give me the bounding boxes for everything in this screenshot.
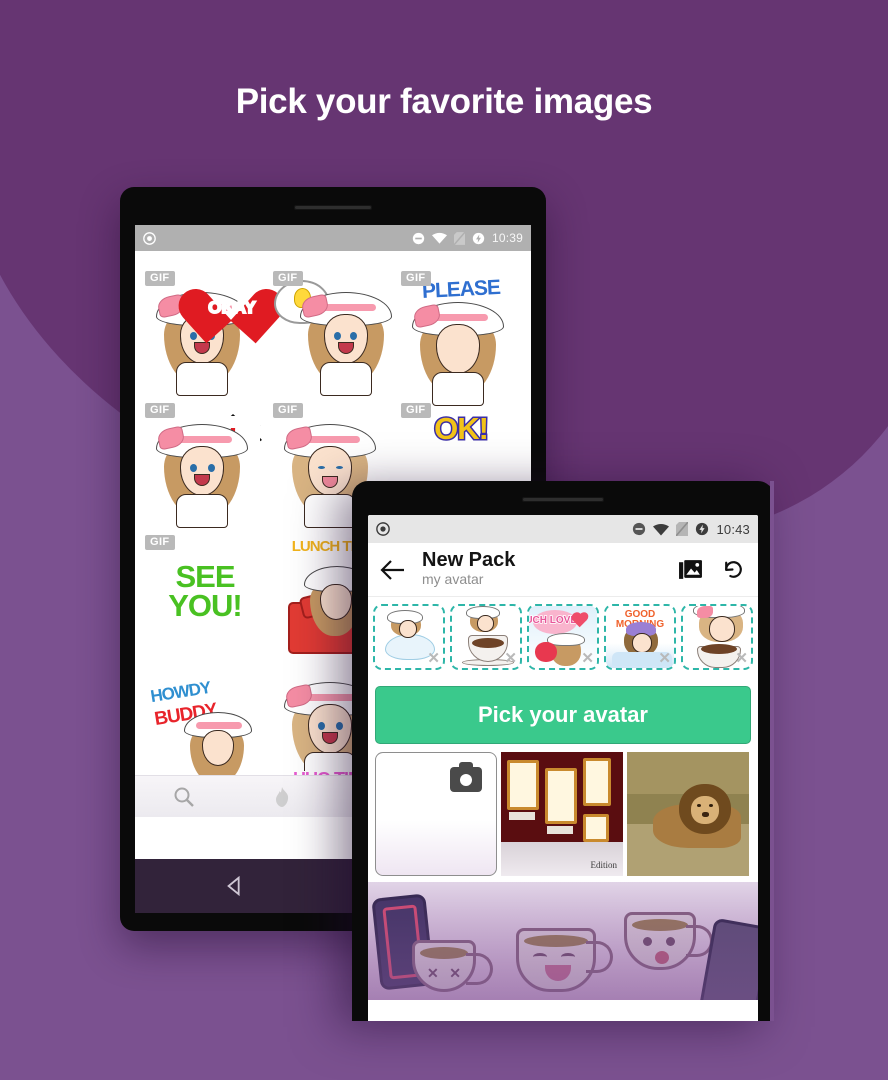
do-not-disturb-icon <box>412 232 425 245</box>
android-back-button[interactable] <box>224 875 246 897</box>
gif-badge: GIF <box>273 271 303 286</box>
gif-badge: GIF <box>145 403 175 418</box>
remove-thumb-button[interactable]: ✕ <box>581 651 594 666</box>
back-button[interactable] <box>380 559 406 581</box>
photo-caption: Edition <box>590 860 618 870</box>
ok-text: OK! <box>433 411 491 446</box>
rotate-left-icon[interactable] <box>721 557 746 582</box>
record-icon <box>143 231 156 245</box>
remove-thumb-button[interactable]: ✕ <box>658 651 671 666</box>
collections-icon[interactable] <box>678 557 703 582</box>
gif-badge: GIF <box>145 271 175 286</box>
gif-badge: GIF <box>401 403 431 418</box>
thumb-coffee-girl[interactable]: ✕ <box>681 604 753 670</box>
remove-thumb-button[interactable]: ✕ <box>735 651 748 666</box>
gif-badge: GIF <box>273 403 303 418</box>
app-bar-actions <box>678 557 746 582</box>
thumb-coffee-jump[interactable]: ✕ <box>450 604 522 670</box>
sticker-preview-strip: ✕ ✕ <box>368 882 758 1000</box>
no-sim-icon <box>453 231 465 245</box>
screen-edge-scrim <box>770 481 774 1021</box>
nav-search[interactable] <box>172 785 196 809</box>
preview-happy-coffee <box>516 928 613 992</box>
pick-your-avatar-label: Pick your avatar <box>478 702 648 727</box>
battery-charging-icon <box>472 232 485 245</box>
okay-text: OKAY <box>207 297 257 318</box>
see-you-text: SEE YOU! <box>167 559 245 624</box>
do-not-disturb-icon <box>632 522 646 536</box>
front-status-bar: 10:43 <box>368 515 758 543</box>
battery-charging-icon <box>695 522 709 536</box>
back-status-bar: 10:39 <box>135 225 531 251</box>
page-subtitle: my avatar <box>422 571 484 588</box>
wifi-icon <box>431 232 447 244</box>
preview-phone-prop <box>371 893 435 991</box>
remove-thumb-button[interactable]: ✕ <box>427 651 440 666</box>
camera-tile[interactable] <box>375 752 497 876</box>
sticker-row: GIF OKAY GIF GIF PLEASE <box>141 269 525 406</box>
see-you-sticker[interactable]: GIF SEE YOU! <box>141 533 269 665</box>
gallery-photo-lion[interactable] <box>627 752 749 876</box>
gallery-picker-row: Edition <box>368 752 758 876</box>
okay-heart-sticker[interactable]: GIF OKAY <box>141 269 269 401</box>
page-title: New Pack <box>422 549 516 572</box>
earpiece-speaker <box>294 205 372 210</box>
camera-icon <box>450 762 482 792</box>
back-status-time: 10:39 <box>491 231 523 245</box>
gif-badge: GIF <box>145 535 175 550</box>
wifi-icon <box>653 523 670 536</box>
app-bar: New Pack my avatar <box>368 543 758 597</box>
page-title: Pick your favorite images <box>235 82 653 121</box>
exclamation-sticker[interactable]: GIF ! <box>141 401 269 533</box>
front-phone-screen: 10:43 New Pack my avatar ✕ ✕ CH LOVE ✕ G… <box>368 515 758 1021</box>
thumb-cloud-sleep[interactable]: ✕ <box>373 604 445 670</box>
preview-phone-prop-2 <box>698 917 758 1000</box>
please-sticker[interactable]: GIF PLEASE <box>397 269 525 406</box>
nav-trending[interactable] <box>270 785 294 809</box>
gif-badge: GIF <box>401 271 431 286</box>
preview-dead-coffee: ✕ ✕ <box>412 940 493 992</box>
no-sim-icon <box>676 522 689 536</box>
pick-your-avatar-button[interactable]: Pick your avatar <box>375 686 751 744</box>
thumb-much-love[interactable]: MUCH LOVE ✕ <box>527 604 599 670</box>
thumb-good-morning[interactable]: GOOD MORNING ✕ <box>604 604 676 670</box>
front-phone-device: 10:43 New Pack my avatar ✕ ✕ CH LOVE ✕ G… <box>352 481 774 1021</box>
record-icon <box>376 522 390 536</box>
app-bar-titles: New Pack my avatar <box>422 550 515 589</box>
remove-thumb-button[interactable]: ✕ <box>504 651 517 666</box>
preview-surprised-coffee <box>624 912 713 970</box>
gallery-photo-frames[interactable]: Edition <box>501 752 623 876</box>
earpiece-speaker <box>522 497 604 502</box>
sticker-thumbnail-strip: ✕ ✕ MUCH LOVE <box>368 597 758 677</box>
idea-bulb-sticker[interactable]: GIF <box>269 269 397 401</box>
front-status-time: 10:43 <box>716 521 750 537</box>
